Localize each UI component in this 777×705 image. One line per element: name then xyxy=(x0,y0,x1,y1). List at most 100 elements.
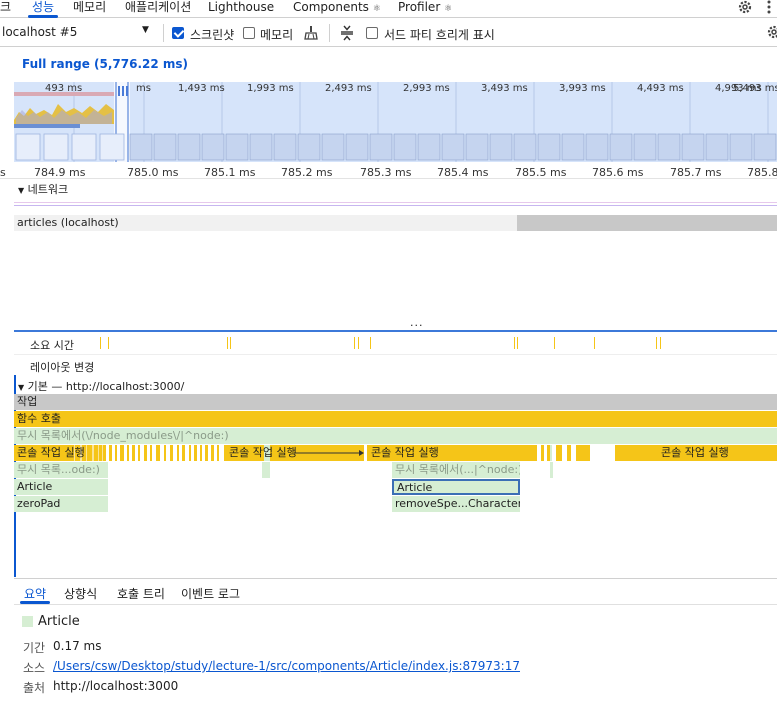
third-party-dim-label: 서드 파티 흐리게 표시 xyxy=(384,28,495,42)
panel-tab-bar: 크 성능 메모리 애플리케이션 Lighthouse Components ⚛ … xyxy=(0,0,777,18)
tab-memory[interactable]: 메모리 xyxy=(73,0,106,17)
network-request-bar[interactable] xyxy=(517,215,777,231)
ignore-list-frame[interactable]: 무시 목록에서(\/node_modules\/|^node:) xyxy=(14,428,777,444)
more-menu-icon[interactable] xyxy=(763,0,775,15)
source-label: 소스 xyxy=(23,661,46,675)
chevron-down-icon: ▼ xyxy=(142,25,149,35)
tab-call-tree[interactable]: 호출 트리 xyxy=(117,585,165,602)
resize-handle-icon[interactable]: ··· xyxy=(410,319,424,332)
source-link[interactable]: /Users/csw/Desktop/study/lecture-1/src/c… xyxy=(53,659,520,673)
screenshot-label: 스크린샷 xyxy=(190,28,235,42)
overview-tick: 1,493 ms xyxy=(178,83,225,94)
main-thread-header[interactable]: ▼ 기본 — http://localhost:3000/ xyxy=(18,378,184,394)
screenshot-checkbox[interactable] xyxy=(172,27,184,39)
overview-graph xyxy=(14,82,777,162)
tab-profiler[interactable]: Profiler ⚛ xyxy=(398,0,452,17)
tab-event-log[interactable]: 이벤트 로그 xyxy=(181,585,240,602)
ruler-tick: 785.4 ms xyxy=(437,166,489,179)
console-run-frame[interactable]: 콘솔 작업 실행 xyxy=(14,446,104,460)
overview-tick: 5,493 ms xyxy=(733,83,777,94)
collapse-triangle-icon: ▼ xyxy=(18,186,25,195)
active-tab-indicator xyxy=(28,15,58,18)
ruler-tick: 785.3 ms xyxy=(360,166,412,179)
overview-tick: 3,993 ms xyxy=(559,83,606,94)
settings-gear-icon[interactable] xyxy=(766,24,777,40)
article-frame[interactable]: Article xyxy=(14,479,108,495)
ruler-tick: 785.6 ms xyxy=(592,166,644,179)
performance-toolbar: localhost #5 ▼ 스크린샷 메모리 서드 파티 흐리게 표시 xyxy=(0,19,777,47)
ruler-tick: 785.7 ms xyxy=(670,166,722,179)
target-select[interactable]: localhost #5 ▼ xyxy=(2,25,152,39)
overview-tick: 2,493 ms xyxy=(325,83,372,94)
toolbar-divider xyxy=(329,24,330,42)
overview-tick: ms xyxy=(136,83,151,94)
react-icon: ⚛ xyxy=(444,4,453,14)
summary-title: Article xyxy=(38,614,80,629)
timeline-ruler: s 784.9 ms 785.0 ms 785.1 ms 785.2 ms 78… xyxy=(0,163,777,179)
ruler-tick: 785.0 ms xyxy=(127,166,179,179)
task-frame[interactable]: 작업 xyxy=(14,394,777,410)
overview-tick: 4,493 ms xyxy=(637,83,684,94)
function-call-frame[interactable]: 함수 호출 xyxy=(14,411,777,427)
remove-special-character-frame[interactable]: removeSpe...Character xyxy=(392,496,520,512)
tab-console[interactable]: 크 xyxy=(0,0,11,17)
console-run-row: 콘솔 작업 실행 콘솔 작업 실행 콘솔 작업 실행 콘솔 작업 실행 xyxy=(14,445,777,461)
tab-components-label: Components xyxy=(293,0,369,14)
tab-summary[interactable]: 요약 xyxy=(24,585,46,602)
tab-bottom-up[interactable]: 상향식 xyxy=(64,585,97,602)
duration-label: 기간 xyxy=(23,641,46,655)
zeropad-frame[interactable]: zeroPad xyxy=(14,496,108,512)
ruler-tick: 785.8 xyxy=(747,166,777,179)
overview-tick: 3,493 ms xyxy=(481,83,528,94)
left-gutter xyxy=(0,48,14,578)
network-marker-line xyxy=(14,202,777,203)
toolbar-divider xyxy=(163,24,164,42)
ignore-list-frame[interactable]: 무시 목록에서(...|^node:) xyxy=(392,462,520,478)
active-tab-indicator xyxy=(20,601,50,604)
network-request-row[interactable]: articles (localhost) xyxy=(14,215,777,231)
console-run-frame[interactable]: 콘솔 작업 실행 xyxy=(226,446,296,460)
broom-icon[interactable] xyxy=(303,25,319,41)
console-run-frame[interactable]: 콘솔 작업 실행 xyxy=(658,446,768,460)
duration-value: 0.17 ms xyxy=(53,639,102,653)
network-marker-line xyxy=(14,205,777,206)
summary-panel: Article 기간 0.17 ms 소스 /Users/csw/Desktop… xyxy=(14,606,777,705)
full-range-label[interactable]: Full range (5,776.22 ms) xyxy=(22,57,188,71)
react-icon: ⚛ xyxy=(372,4,381,14)
ruler-tick: 785.1 ms xyxy=(204,166,256,179)
layout-shift-track-label: 레이아웃 변경 xyxy=(30,361,95,374)
main-thread-label: 기본 — http://localhost:3000/ xyxy=(27,380,185,393)
target-select-value: localhost #5 xyxy=(2,25,78,39)
ignore-list-sliver[interactable] xyxy=(550,462,553,478)
memory-checkbox[interactable] xyxy=(243,27,255,39)
network-track-header[interactable]: ▼ 네트워크 xyxy=(18,181,68,197)
details-tab-bar: 요약 상향식 호출 트리 이벤트 로그 xyxy=(14,578,777,605)
collapse-triangle-icon: ▼ xyxy=(18,383,25,392)
overview-tick: 493 ms xyxy=(45,83,83,94)
tab-lighthouse[interactable]: Lighthouse xyxy=(208,0,274,17)
ruler-tick: s xyxy=(0,166,6,179)
ruler-tick: 784.9 ms xyxy=(34,166,86,179)
third-party-dim-checkbox[interactable] xyxy=(366,27,378,39)
network-request-label: articles (localhost) xyxy=(17,216,119,229)
tab-application[interactable]: 애플리케이션 xyxy=(125,0,191,17)
ruler-tick: 785.2 ms xyxy=(281,166,333,179)
tab-components[interactable]: Components ⚛ xyxy=(293,0,381,17)
network-track-label: 네트워크 xyxy=(27,183,69,196)
split-divider[interactable] xyxy=(14,330,777,332)
range-breadcrumb: Full range (5,776.22 ms) xyxy=(14,48,777,80)
tab-profiler-label: Profiler xyxy=(398,0,441,14)
layout-shift-track: 레이아웃 변경 xyxy=(14,355,777,375)
collapse-tracks-icon[interactable] xyxy=(339,24,355,42)
origin-value: http://localhost:3000 xyxy=(53,679,179,693)
article-frame-selected[interactable]: Article xyxy=(392,479,520,495)
settings-gear-icon[interactable] xyxy=(737,0,753,15)
memory-label: 메모리 xyxy=(260,28,294,42)
duration-track: 소요 시간 xyxy=(14,333,777,355)
console-run-frame[interactable]: 콘솔 작업 실행 xyxy=(368,446,488,460)
event-color-swatch xyxy=(22,616,33,627)
ignore-list-sliver[interactable] xyxy=(262,462,270,478)
timeline-overview[interactable]: 493 ms ms 1,493 ms 1,993 ms 2,493 ms 2,9… xyxy=(14,82,777,162)
ignore-list-frame[interactable]: 무시 목록...ode:) xyxy=(14,462,108,478)
flame-chart[interactable]: 작업 함수 호출 무시 목록에서(\/node_modules\/|^node:… xyxy=(14,394,777,577)
